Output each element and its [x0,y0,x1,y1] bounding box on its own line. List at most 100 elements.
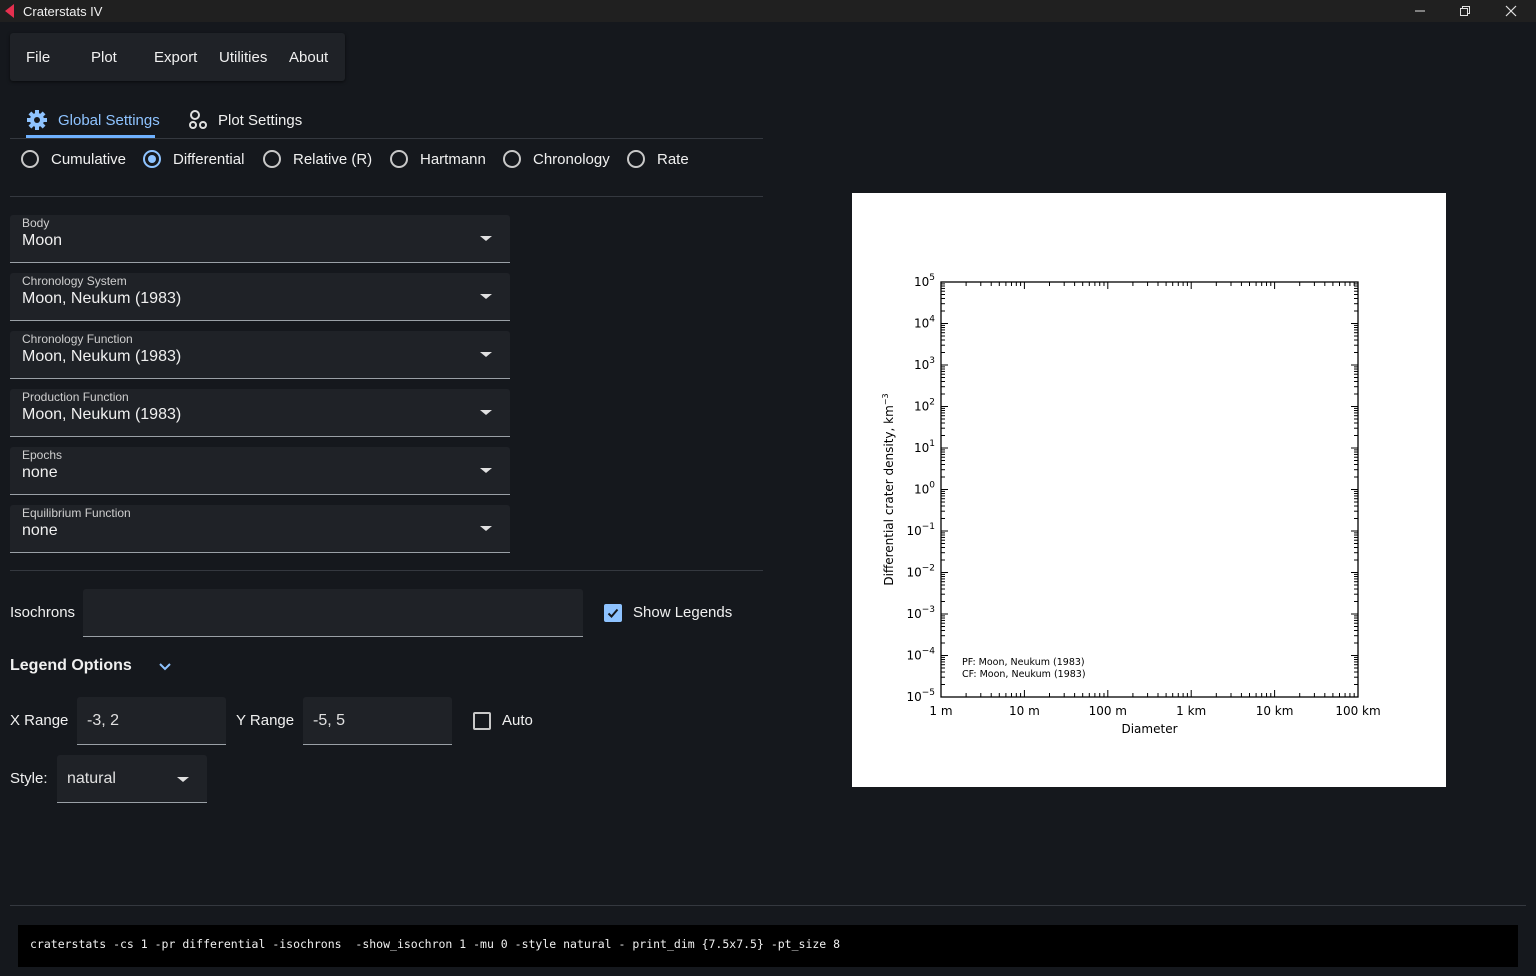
y-tick-label: 10−4 [906,647,935,663]
radio-circle [503,150,521,168]
radio-rate[interactable]: Rate [627,149,689,169]
x-tick-label: 100 m [1089,704,1127,718]
menu-utilities[interactable]: Utilities [219,49,267,66]
cogs-icon [189,110,207,129]
legend-entry: CF: Moon, Neukum (1983) [962,669,1086,680]
radio-circle-checked [143,150,161,168]
tab-divider [10,138,763,139]
command-output[interactable]: craterstats -cs 1 -pr differential -isoc… [18,925,1518,967]
y-tick-label: 10−5 [906,688,935,704]
menu-plot[interactable]: Plot [91,49,117,66]
plot-canvas: 1 m 10 m 100 m 1 km 10 km 100 km 105 104 103 102 1… [852,193,1446,787]
x-tick-label: 10 m [1009,704,1040,718]
dropdown-arrow-icon [480,526,492,531]
y-range-label: Y Range [236,712,295,729]
equilibrium-function-select[interactable]: Equilibrium Function none [10,505,510,553]
radio-label: Chronology [533,150,610,168]
field-label: Chronology Function [22,332,133,346]
x-axis-label: Diameter [1121,722,1177,736]
auto-checkbox[interactable] [473,712,491,730]
chronology-system-select[interactable]: Chronology System Moon, Neukum (1983) [10,273,510,321]
minimize-button[interactable] [1397,0,1443,22]
tab-global-settings[interactable]: Global Settings [26,102,160,138]
style-select[interactable]: natural [57,755,207,803]
y-range-input[interactable]: -5, 5 [303,697,452,745]
y-tick-label: 10−2 [906,564,935,580]
radio-label: Rate [657,150,689,168]
minimize-icon [1415,10,1425,12]
dropdown-arrow-icon [177,777,189,782]
radio-cumulative[interactable]: Cumulative [21,149,126,169]
x-tick-label: 1 m [929,704,952,718]
dropdown-arrow-icon [480,468,492,473]
field-label: Chronology System [22,274,127,288]
field-label: Equilibrium Function [22,506,131,520]
radio-hartmann[interactable]: Hartmann [390,149,486,169]
y-tick-label: 10−1 [906,522,935,538]
y-tick-label: 103 [914,356,935,372]
chronology-function-select[interactable]: Chronology Function Moon, Neukum (1983) [10,331,510,379]
chevron-down-icon[interactable] [158,659,172,675]
radio-label: Cumulative [51,150,127,168]
section-divider [10,196,763,197]
y-tick-label: 101 [914,439,935,455]
close-button[interactable] [1488,0,1534,22]
isochrons-input[interactable] [83,589,583,637]
radio-chronology[interactable]: Chronology [503,149,610,169]
field-value: Moon, Neukum (1983) [22,348,182,365]
restore-button[interactable] [1442,0,1488,22]
menu-bar: File Plot Export Utilities About [10,33,345,81]
radio-circle [263,150,281,168]
tab-plot-settings[interactable]: Plot Settings [188,102,302,138]
y-tick-label: 100 [914,481,935,497]
dropdown-arrow-icon [480,294,492,299]
crater-density-chart: 1 m 10 m 100 m 1 km 10 km 100 km 105 104 103 102 1… [881,273,1381,736]
radio-differential[interactable]: Differential [143,149,244,169]
y-tick-label: 104 [914,315,935,331]
menu-about[interactable]: About [289,49,328,66]
x-range-label: X Range [10,712,69,729]
field-label: Epochs [22,448,63,462]
command-divider [10,905,1526,906]
field-label: Body [22,216,50,230]
show-legends-label: Show Legends [633,604,733,621]
radio-circle [627,150,645,168]
window-title: Craterstats IV [23,4,103,19]
section-divider [10,570,763,571]
x-range-input[interactable]: -3, 2 [77,697,226,745]
epochs-select[interactable]: Epochs none [10,447,510,495]
field-value: none [22,522,58,539]
isochrons-label: Isochrons [10,604,76,621]
x-tick-label: 100 km [1335,704,1380,718]
field-value: Moon, Neukum (1983) [22,406,182,423]
tab-plot-settings-label: Plot Settings [218,111,303,129]
restore-icon [1460,6,1470,16]
field-label: Production Function [22,390,129,404]
y-tick-label: 102 [914,398,935,414]
field-value: none [22,464,58,481]
field-value: Moon [22,232,63,249]
dropdown-arrow-icon [480,410,492,415]
tab-global-settings-label: Global Settings [58,111,160,129]
y-tick-label: 105 [914,273,935,289]
show-legends-checkbox[interactable] [604,604,622,622]
legend-options-toggle[interactable]: Legend Options [10,657,132,675]
x-tick-label: 10 km [1256,704,1294,718]
dropdown-arrow-icon [480,352,492,357]
radio-label: Hartmann [420,150,486,168]
menu-file[interactable]: File [26,49,50,66]
style-label: Style: [10,770,48,787]
y-tick-label: 10−3 [906,605,935,621]
gear-icon [27,110,47,130]
style-value: natural [67,769,116,787]
app-logo-icon [5,4,14,18]
radio-label: Differential [173,150,245,168]
title-bar: Craterstats IV [0,0,1536,22]
field-value: Moon, Neukum (1983) [22,290,182,307]
radio-relative[interactable]: Relative (R) [263,149,372,169]
menu-export[interactable]: Export [154,49,197,66]
production-function-select[interactable]: Production Function Moon, Neukum (1983) [10,389,510,437]
y-axis-label: Differential crater density, km−3 [881,393,896,585]
x-tick-label: 1 km [1176,704,1206,718]
body-select[interactable]: Body Moon [10,215,510,263]
